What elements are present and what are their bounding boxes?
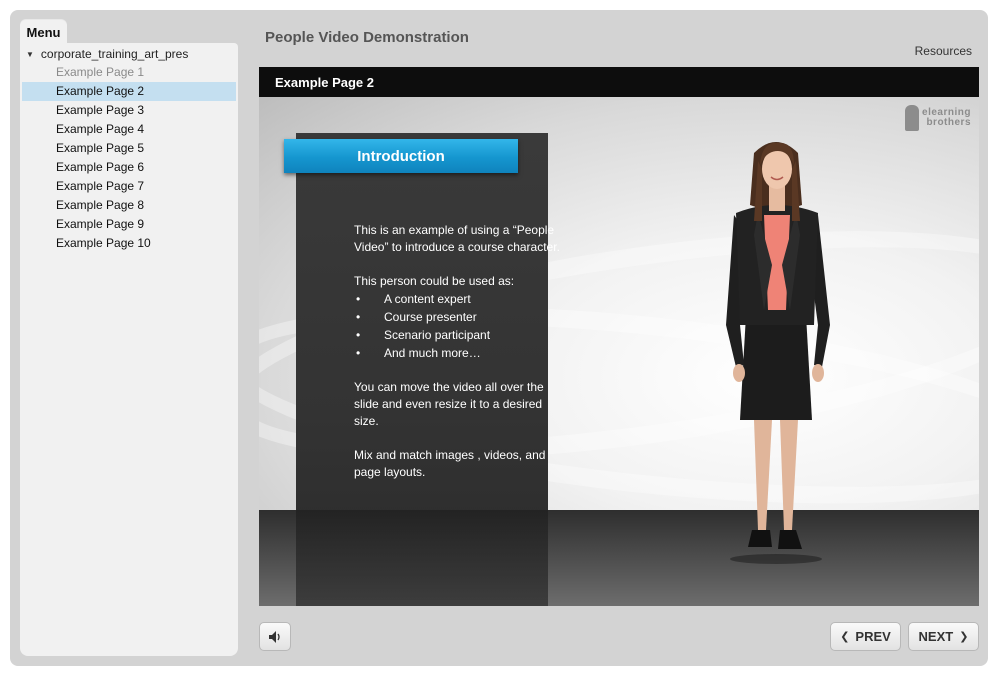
slide-stage: elearning brothers This is an example of… bbox=[259, 97, 979, 606]
intro-paragraph-2: This person could be used as: bbox=[354, 274, 515, 288]
list-item: A content expert bbox=[354, 290, 568, 308]
sidebar-item-page-9[interactable]: Example Page 9 bbox=[22, 215, 236, 234]
intro-paragraph-3: You can move the video all over the slid… bbox=[354, 380, 544, 428]
page-list: Example Page 1 Example Page 2 Example Pa… bbox=[22, 63, 236, 253]
sidebar-item-page-5[interactable]: Example Page 5 bbox=[22, 139, 236, 158]
sidebar-item-page-10[interactable]: Example Page 10 bbox=[22, 234, 236, 253]
chevron-left-icon: ❮ bbox=[840, 631, 850, 643]
sidebar-item-page-3[interactable]: Example Page 3 bbox=[22, 101, 236, 120]
resources-link[interactable]: Resources bbox=[915, 44, 972, 58]
intro-body: This is an example of using a “People Vi… bbox=[354, 222, 568, 498]
course-title: People Video Demonstration bbox=[265, 29, 469, 46]
sidebar-item-page-8[interactable]: Example Page 8 bbox=[22, 196, 236, 215]
prev-button-label: PREV bbox=[855, 629, 891, 644]
sidebar-item-page-1[interactable]: Example Page 1 bbox=[22, 63, 236, 82]
logo-text-line2: brothers bbox=[926, 117, 971, 128]
presenter-video[interactable] bbox=[714, 135, 840, 565]
sidebar-item-page-6[interactable]: Example Page 6 bbox=[22, 158, 236, 177]
logo-mark-icon bbox=[905, 105, 920, 131]
next-button[interactable]: NEXT ❯ bbox=[908, 622, 979, 651]
course-tree-root[interactable]: ▼ corporate_training_art_pres bbox=[26, 45, 236, 63]
list-item: And much more… bbox=[354, 344, 568, 362]
list-item: Course presenter bbox=[354, 308, 568, 326]
intro-paragraph-4: Mix and match images , videos, and page … bbox=[354, 448, 546, 479]
next-button-label: NEXT bbox=[918, 629, 954, 644]
introduction-banner: Introduction bbox=[284, 139, 518, 173]
intro-text-panel: This is an example of using a “People Vi… bbox=[296, 133, 560, 606]
role-list: A content expert Course presenter Scenar… bbox=[354, 290, 568, 362]
elearning-brothers-logo: elearning brothers bbox=[905, 105, 971, 131]
chevron-right-icon: ❯ bbox=[959, 631, 969, 643]
menu-tab[interactable]: Menu bbox=[20, 20, 67, 44]
sidebar-item-page-7[interactable]: Example Page 7 bbox=[22, 177, 236, 196]
speaker-icon bbox=[269, 630, 280, 643]
intro-paragraph-1: This is an example of using a “People Vi… bbox=[354, 223, 560, 254]
course-tree-root-label: corporate_training_art_pres bbox=[40, 47, 189, 61]
list-item: Scenario participant bbox=[354, 326, 568, 344]
caret-down-icon[interactable]: ▼ bbox=[26, 50, 34, 59]
prev-button[interactable]: ❮ PREV bbox=[830, 622, 901, 651]
audio-button[interactable] bbox=[259, 622, 291, 651]
sidebar-item-page-4[interactable]: Example Page 4 bbox=[22, 120, 236, 139]
page-title: Example Page 2 bbox=[275, 74, 374, 90]
panel-floor-shade bbox=[296, 510, 548, 606]
sidebar-item-page-2[interactable]: Example Page 2 bbox=[22, 82, 236, 101]
page-title-bar: Example Page 2 bbox=[259, 67, 979, 97]
